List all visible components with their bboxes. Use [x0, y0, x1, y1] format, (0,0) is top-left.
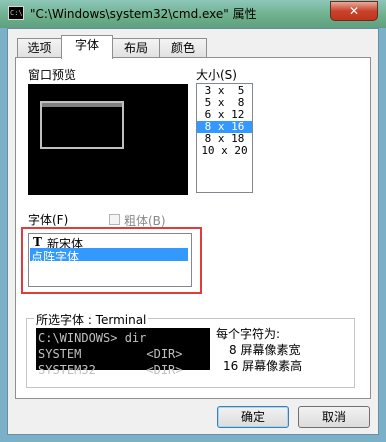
preview-window-titlebar: [42, 103, 122, 107]
size-option[interactable]: 10 x 20: [197, 145, 252, 157]
each-char-label: 每个字符为:: [216, 327, 281, 341]
tab-font[interactable]: 字体: [61, 35, 113, 59]
cancel-button[interactable]: 取消: [298, 406, 370, 428]
tab-layout[interactable]: 布局: [112, 38, 160, 58]
tab-colors[interactable]: 颜色: [159, 38, 207, 58]
window-preview-label: 窗口预览: [28, 68, 77, 82]
selected-font-label: 所选字体 : Terminal: [34, 311, 149, 328]
font-label: 字体(F): [28, 213, 69, 227]
console-line: SYSTEM <DIR>: [38, 347, 183, 361]
char-width-text: 8 屏幕像素宽: [229, 343, 301, 357]
size-label: 大小(S): [196, 68, 237, 82]
ok-button[interactable]: 确定: [217, 406, 289, 428]
window-title: "C:\Windows\system32\cmd.exe" 属性: [30, 7, 257, 21]
console-line: C:\WINDOWS> dir: [38, 331, 147, 345]
preview-window-outline: [40, 101, 124, 149]
char-height-text: 16 屏幕像素高: [223, 359, 303, 373]
cmd-app-icon: C:\: [8, 6, 24, 20]
highlight-annotation-box: [21, 227, 202, 294]
bold-checkbox[interactable]: [109, 214, 120, 225]
tab-options[interactable]: 选项: [17, 38, 62, 58]
console-line: SYSTEM32 <DIR>: [38, 363, 183, 377]
close-button[interactable]: ✕: [330, 1, 378, 21]
